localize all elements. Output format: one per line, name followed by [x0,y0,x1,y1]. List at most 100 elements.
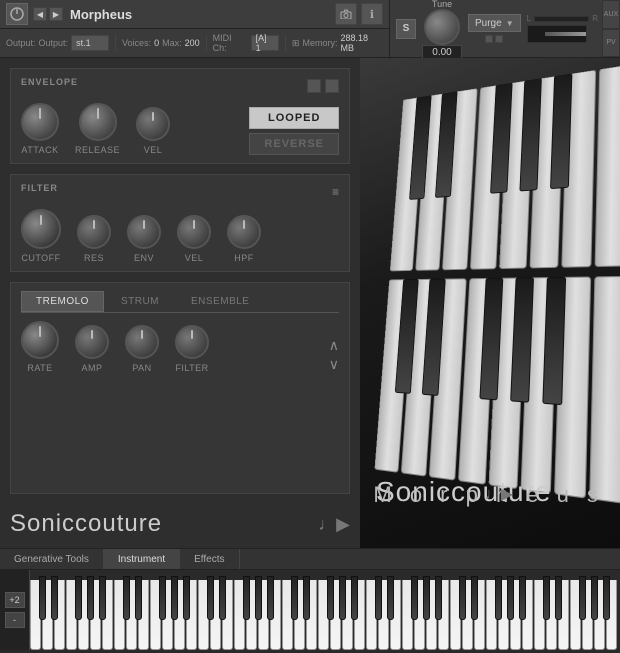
black-key[interactable] [219,576,226,620]
black-key[interactable] [75,576,82,620]
black-key[interactable] [243,576,250,620]
filter-mod-group: FILTER [175,325,209,373]
info-button[interactable]: ℹ [361,3,383,25]
black-key[interactable] [423,576,430,620]
black-key[interactable] [495,576,502,620]
volume-slider[interactable] [527,25,587,43]
black-key[interactable] [87,576,94,620]
piano-keyboard: +2 - [0,570,620,650]
branding-row: Soniccouture ♩▶ [10,504,350,538]
meter-btn-1[interactable] [485,35,493,43]
black-key[interactable] [159,576,166,620]
tune-knob[interactable] [424,9,460,45]
envelope-controls [307,79,339,93]
purge-button[interactable]: Purge ▼ [468,14,521,32]
black-key[interactable] [171,576,178,620]
keys-container[interactable] [30,570,620,650]
tune-knob-container: Tune 0.00 [422,0,462,60]
hpf-knob[interactable] [227,215,261,249]
black-key[interactable] [471,576,478,620]
nav-left-button[interactable]: ◀ [33,7,47,21]
attack-knob[interactable] [21,103,59,141]
black-key[interactable] [351,576,358,620]
black-key[interactable] [603,576,610,620]
env-ctrl-2[interactable] [325,79,339,93]
black-key[interactable] [327,576,334,620]
nav-right-button[interactable]: ▶ [49,7,63,21]
black-key[interactable] [207,576,214,620]
strum-tab[interactable]: STRUM [106,291,174,312]
filter-menu-icon[interactable]: ≡ [332,185,339,199]
black-key[interactable] [435,576,442,620]
black-key[interactable] [123,576,130,620]
output-item: Output: Output: st.1 [6,35,109,51]
instrument-tab[interactable]: Instrument [104,549,180,569]
main-area: ENVELOPE ATTACK RELEASE [0,58,620,548]
black-key[interactable] [375,576,382,620]
meter-btn-2[interactable] [495,35,503,43]
memory-label: Memory: [302,38,337,48]
vel-filter-knob[interactable] [177,215,211,249]
piano-left-ctrl: +2 - [0,570,30,650]
pv-button[interactable]: PV [602,29,620,58]
output-dropdown[interactable]: st.1 [71,35,109,51]
rate-knob[interactable] [21,321,59,359]
black-key[interactable] [507,576,514,620]
wave-icon[interactable]: ∧ ∨ [329,337,339,373]
ensemble-tab[interactable]: ENSEMBLE [176,291,264,312]
effects-tab[interactable]: Effects [180,549,239,569]
vel-env-knob[interactable] [136,107,170,141]
output-label: Output: [6,38,36,48]
tremolo-tab[interactable]: TREMOLO [21,291,104,312]
octave-up-button[interactable]: +2 [5,592,25,608]
modulation-section: TREMOLO STRUM ENSEMBLE RATE AMP [10,282,350,494]
res-knob[interactable] [77,215,111,249]
looped-button[interactable]: LOOPED [249,107,339,129]
octave-down-button[interactable]: - [5,612,25,628]
black-key[interactable] [291,576,298,620]
reverse-button[interactable]: REVERSE [249,133,339,155]
black-key[interactable] [579,576,586,620]
s-button[interactable]: S [396,19,416,39]
brand-name: Soniccouture [10,510,162,538]
release-knob[interactable] [79,103,117,141]
generative-tab[interactable]: Generative Tools [0,549,104,569]
black-key[interactable] [39,576,46,620]
vel-env-label: VEL [144,145,163,155]
cutoff-knob[interactable] [21,209,61,249]
black-key[interactable] [99,576,106,620]
env-knob[interactable] [127,215,161,249]
black-key[interactable] [591,576,598,620]
rate-group: RATE [21,321,59,373]
black-key[interactable] [459,576,466,620]
cutoff-label: CUTOFF [21,253,60,263]
black-key[interactable] [339,576,346,620]
bottom-tabs-bar: Generative Tools Instrument Effects [0,548,620,570]
black-key[interactable] [555,576,562,620]
filter-mod-knob[interactable] [175,325,209,359]
vel-filter-group: VEL [177,215,211,263]
vel-filter-label: VEL [185,253,204,263]
black-key[interactable] [387,576,394,620]
black-key[interactable] [135,576,142,620]
black-key[interactable] [303,576,310,620]
env-ctrl-1[interactable] [307,79,321,93]
playback-icon[interactable]: ♩▶ [485,484,513,504]
camera-button[interactable] [335,3,357,25]
black-key[interactable] [519,576,526,620]
envelope-label: ENVELOPE [21,77,78,87]
black-key[interactable] [411,576,418,620]
pan-knob[interactable] [125,325,159,359]
black-key[interactable] [183,576,190,620]
vel-env-group: VEL [136,107,170,155]
midi-dropdown[interactable]: [A] 1 [251,35,279,51]
black-key[interactable] [267,576,274,620]
black-key[interactable] [543,576,550,620]
mod-body: RATE AMP PAN FILTER [21,321,339,373]
pan-group: PAN [125,325,159,373]
black-key[interactable] [51,576,58,620]
envelope-body: ATTACK RELEASE VEL LOOPED REVERSE [21,103,339,155]
aux-button[interactable]: AUX [602,0,620,29]
black-key[interactable] [255,576,262,620]
amp-knob[interactable] [75,325,109,359]
